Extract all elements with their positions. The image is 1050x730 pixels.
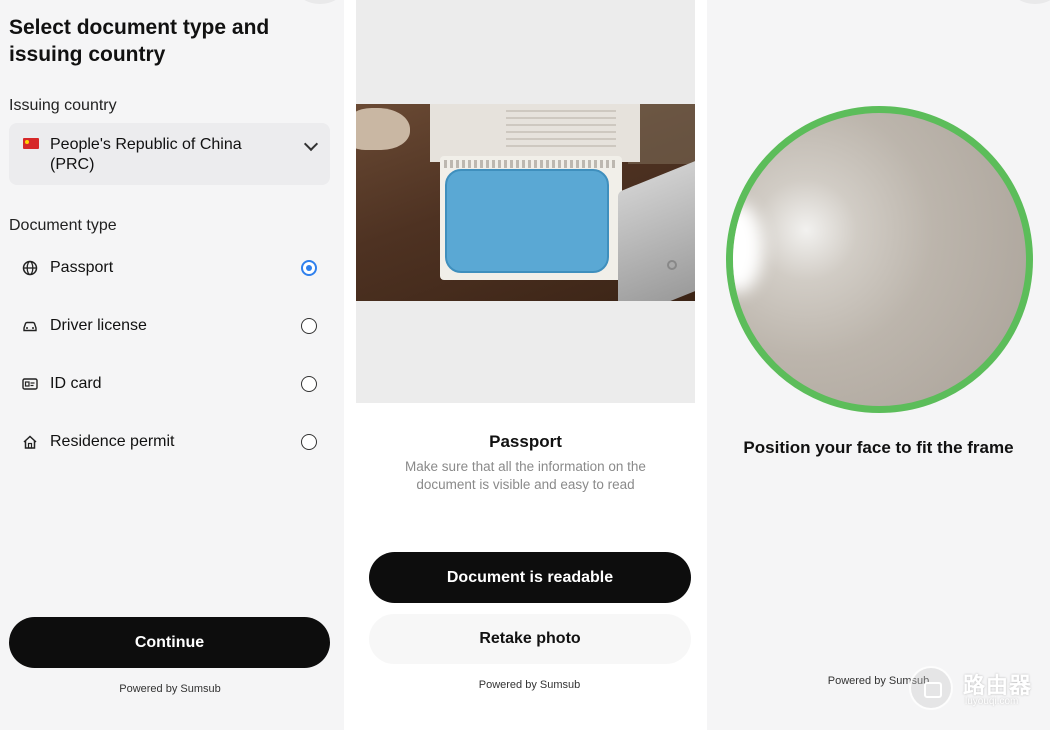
page-title: Select document type and issuing country [9, 16, 270, 66]
device-button [667, 260, 677, 270]
top-right-button-edge [1015, 0, 1050, 4]
powered-by-text: Powered by Sumsub [119, 683, 221, 695]
redaction-overlay [445, 169, 609, 273]
panel-divider [344, 0, 356, 730]
continue-button[interactable]: Continue [9, 617, 330, 668]
radio-button[interactable] [301, 318, 317, 334]
country-select[interactable]: People's Republic of China (PRC) [9, 123, 330, 185]
preview-background [356, 0, 695, 104]
radio-button[interactable] [301, 376, 317, 392]
document-option-label: Residence permit [50, 433, 175, 450]
document-option-label: Passport [50, 259, 114, 276]
document-selection-screen: Select document type and issuing country… [0, 0, 344, 730]
home-icon [23, 435, 37, 449]
retake-photo-button[interactable]: Retake photo [369, 614, 691, 664]
face-capture-screen: Position your face to fit the frame Powe… [707, 0, 1050, 730]
review-description: Make sure that all the information on th… [405, 459, 646, 492]
face-instruction: Position your face to fit the frame [743, 438, 1014, 457]
chevron-down-icon [303, 136, 319, 152]
car-icon [23, 321, 37, 332]
document-option-driver-license[interactable]: Driver license [9, 306, 330, 346]
radio-button[interactable] [301, 434, 317, 450]
face-frame [726, 106, 1033, 413]
document-option-label: Driver license [50, 317, 147, 334]
photo-background-device [618, 155, 695, 301]
radio-button-selected[interactable] [301, 260, 317, 276]
document-type-label: Document type [9, 217, 117, 234]
document-option-label: ID card [50, 375, 102, 392]
document-review-screen: Passport Make sure that all the informat… [356, 0, 695, 730]
watermark: 路由器 luyouqi.com [909, 666, 1049, 714]
panel-divider [695, 0, 707, 730]
watermark-subtext: luyouqi.com [965, 696, 1019, 707]
passport-mrz-strip [444, 160, 616, 168]
review-title: Passport [489, 432, 562, 451]
top-right-button-edge [300, 0, 340, 4]
document-option-residence-permit[interactable]: Residence permit [9, 422, 330, 462]
china-flag-icon [23, 138, 39, 149]
issuing-country-label: Issuing country [9, 97, 117, 114]
document-option-id-card[interactable]: ID card [9, 364, 330, 404]
document-readable-button[interactable]: Document is readable [369, 552, 691, 603]
globe-icon [22, 260, 38, 276]
document-option-passport[interactable]: Passport [9, 248, 330, 288]
country-select-value: People's Republic of China (PRC) [50, 136, 242, 173]
preview-background [356, 301, 695, 403]
captured-passport-photo [356, 104, 695, 301]
camera-glare [733, 203, 763, 293]
powered-by-text: Powered by Sumsub [478, 679, 581, 691]
photo-hand [356, 108, 410, 150]
passport-text-lines [506, 110, 616, 150]
id-card-icon [22, 378, 38, 390]
watermark-logo-icon [909, 666, 953, 710]
